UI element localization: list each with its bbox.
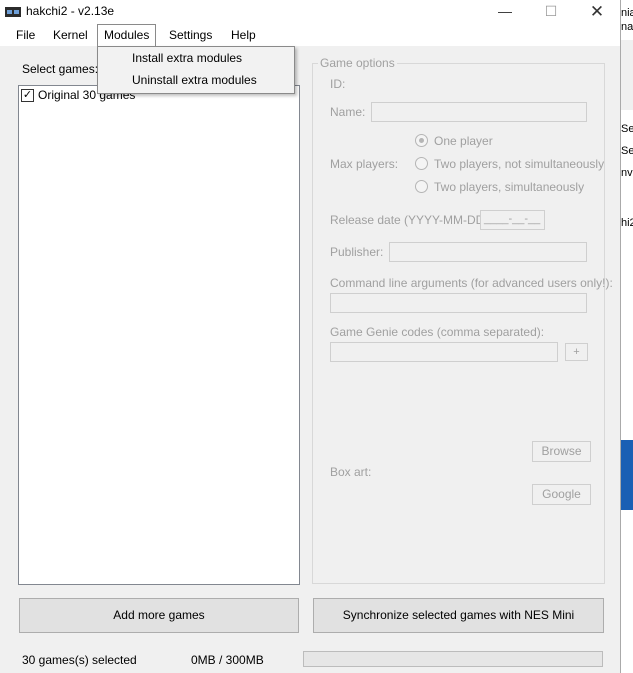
games-list[interactable] [18,85,300,585]
uninstall-modules-item[interactable]: Uninstall extra modules [132,69,257,91]
background-window-low: hi2 [621,205,633,235]
game-options-legend: Game options [318,56,397,70]
release-date-field[interactable]: ____-__-__ [480,210,545,230]
background-text: Sel [621,123,633,135]
storage-status: 0MB / 300MB [191,653,264,667]
name-label: Name: [330,105,366,119]
background-text: Sel [621,145,633,157]
menu-file[interactable]: File [10,24,41,46]
box-art-label: Box art: [330,465,372,479]
radio-two-players-simultaneous-label[interactable]: Two players, simultaneously [434,180,584,194]
background-text: nv [621,167,633,179]
window-title: hakchi2 - v2.13e [26,4,115,18]
menu-kernel[interactable]: Kernel [47,24,94,46]
menu-modules[interactable]: Modules [97,24,157,46]
background-text: na [621,21,633,33]
publisher-label: Publisher: [330,245,384,259]
modules-dropdown: Install extra modules Uninstall extra mo… [97,46,295,94]
background-window-mid: Sel Sel nv [621,110,633,200]
add-games-button[interactable]: Add more games [19,598,299,633]
release-date-label: Release date (YYYY-MM-DD): [330,213,492,227]
selected-count-status: 30 games(s) selected [22,653,137,667]
menu-help[interactable]: Help [225,24,262,46]
command-line-label: Command line arguments (for advanced use… [330,276,613,290]
radio-two-players-alternate[interactable] [415,157,428,170]
background-text: hi2 [621,217,633,229]
progress-bar [303,651,603,667]
id-label: ID: [330,77,346,91]
name-field[interactable] [371,102,587,122]
game-genie-label: Game Genie codes (comma separated): [330,325,545,339]
sync-button[interactable]: Synchronize selected games with NES Mini [313,598,604,633]
game-genie-add-button[interactable]: + [565,343,588,361]
release-date-value: ____-__-__ [484,213,541,225]
game-checkbox[interactable]: ✓ [21,89,34,102]
radio-two-players-alternate-label[interactable]: Two players, not simultaneously [434,157,604,171]
nes-controller-icon [5,7,21,17]
game-genie-field[interactable] [330,342,558,362]
install-modules-item[interactable]: Install extra modules [132,47,242,69]
google-button[interactable]: Google [532,484,591,505]
command-line-field[interactable] [330,293,587,313]
radio-two-players-simultaneous[interactable] [415,180,428,193]
radio-one-player-label[interactable]: One player [434,134,493,148]
background-window-gap [621,40,633,110]
menu-settings[interactable]: Settings [163,24,218,46]
background-desktop-strip [621,440,633,510]
max-players-label: Max players: [330,157,399,171]
publisher-field[interactable] [389,242,587,262]
browse-button[interactable]: Browse [532,441,591,462]
background-text: nia [621,7,633,19]
background-window-top: nia na [621,0,633,40]
radio-one-player[interactable] [415,134,428,147]
minimize-button[interactable]: — [482,0,528,24]
close-button[interactable]: ✕ [574,0,620,24]
maximize-button[interactable]: ☐ [528,0,574,24]
select-games-label: Select games: [22,62,99,76]
